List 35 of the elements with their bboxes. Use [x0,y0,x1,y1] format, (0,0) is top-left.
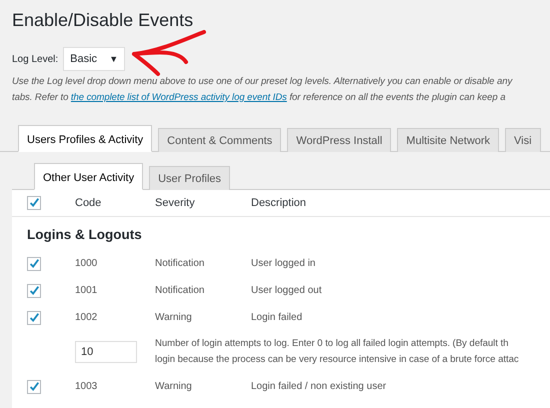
category-tab[interactable]: Users Profiles & Activity [18,125,152,152]
subcategory-tab[interactable]: Other User Activity [34,163,144,190]
log-level-dropdown[interactable]: Basic ▼ [63,47,126,71]
category-tab[interactable]: Visi [505,128,541,152]
attempts-help-text: Number of login attempts to log. Enter 0 to log all failed login attempts. (By default th login because the process can be very resource intensive in case of a brute force attac [155,337,519,367]
column-header: Description [251,197,306,209]
event-severity: Notification [155,285,206,296]
attempts-input-field[interactable]: 10 [75,341,137,363]
event-severity: Warning [155,381,193,392]
event-description: User logged out [251,285,322,296]
log-level-label: Log Level: [12,54,58,64]
event-checkbox[interactable] [27,284,41,298]
category-tab[interactable]: Multisite Network [397,128,500,152]
category-tab[interactable]: WordPress Install [287,128,392,152]
event-severity: Notification [155,258,206,269]
event-code: 1001 [75,285,98,296]
event-checkbox[interactable] [27,310,41,324]
event-ids-link[interactable]: the complete list of WordPress activity log event IDs [70,92,287,103]
event-description: Login failed [251,312,302,323]
event-description: User logged in [251,258,316,269]
intro-text: Use the Log level drop down menu above to use one of our preset log levels. Alternatively you can enable or disable any tabs. Refer to the complete list of WordPress activity log event IDs for reference on all the events the plugin can keep a [12,75,514,105]
section-heading: Logins & Logouts [26,226,143,244]
subcategory-tab[interactable]: User Profiles [149,166,230,190]
column-header: Code [75,197,102,209]
column-header: Severity [155,197,196,209]
event-checkbox[interactable] [27,256,41,270]
event-code: 1000 [75,258,98,269]
event-code: 1002 [75,312,98,323]
event-description: Login failed / non existing user [251,381,386,392]
category-tab[interactable]: Content & Comments [158,128,282,152]
page-title: Enable/Disable Events [11,9,194,32]
event-checkbox[interactable] [27,380,41,394]
event-severity: Warning [155,312,193,323]
select-all-checkbox[interactable] [27,196,41,210]
event-code: 1003 [75,381,98,392]
